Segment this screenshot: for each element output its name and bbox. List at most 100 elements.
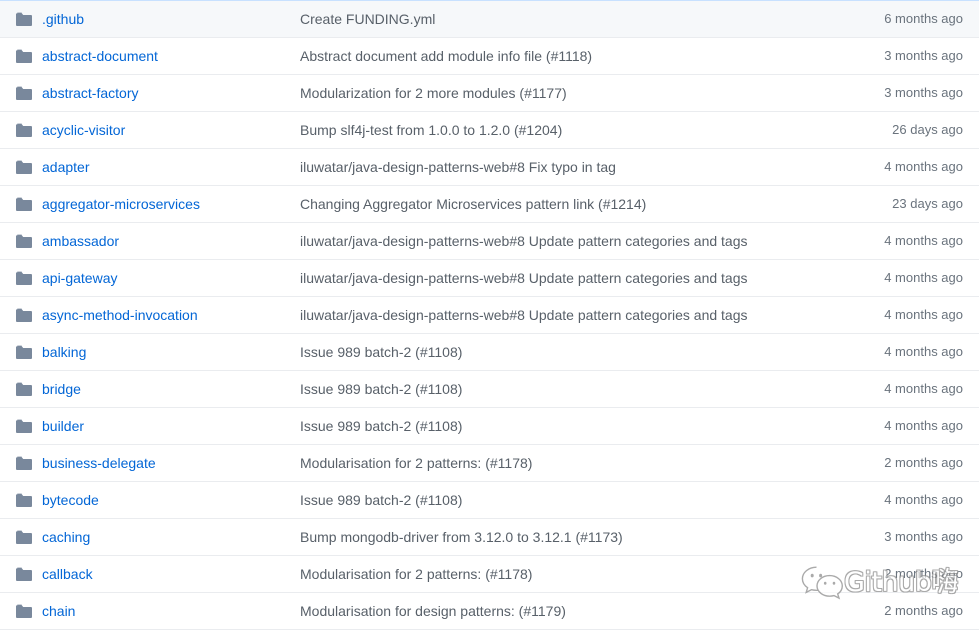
- file-name-link[interactable]: acyclic-visitor: [42, 122, 125, 138]
- folder-icon: [16, 308, 32, 322]
- file-name-link[interactable]: ambassador: [42, 233, 119, 249]
- file-row-icon-cell: [16, 197, 38, 211]
- file-name-cell: bytecode: [38, 490, 300, 510]
- file-name-link[interactable]: builder: [42, 418, 84, 434]
- table-row[interactable]: caching Bump mongodb-driver from 3.12.0 …: [0, 519, 979, 556]
- table-row[interactable]: bridge Issue 989 batch-2 (#1108) 4 month…: [0, 371, 979, 408]
- commit-message-link[interactable]: Bump mongodb-driver from 3.12.0 to 3.12.…: [300, 529, 623, 545]
- commit-message-link[interactable]: Bump slf4j-test from 1.0.0 to 1.2.0 (#12…: [300, 122, 562, 138]
- file-row-icon-cell: [16, 160, 38, 174]
- table-row[interactable]: adapter iluwatar/java-design-patterns-we…: [0, 149, 979, 186]
- commit-message-cell: Create FUNDING.yml: [300, 9, 827, 29]
- table-row[interactable]: business-delegate Modularisation for 2 p…: [0, 445, 979, 482]
- folder-icon: [16, 604, 32, 618]
- commit-message-link[interactable]: Changing Aggregator Microservices patter…: [300, 196, 646, 212]
- commit-message-cell: iluwatar/java-design-patterns-web#8 Upda…: [300, 305, 827, 325]
- table-row[interactable]: callback Modularisation for 2 patterns: …: [0, 556, 979, 593]
- commit-age-cell: 4 months ago: [884, 233, 963, 248]
- table-row[interactable]: async-method-invocation iluwatar/java-de…: [0, 297, 979, 334]
- commit-message-cell: Abstract document add module info file (…: [300, 46, 827, 66]
- commit-age-cell: 4 months ago: [884, 159, 963, 174]
- commit-message-link[interactable]: Issue 989 batch-2 (#1108): [300, 418, 462, 434]
- commit-age-cell: 3 months ago: [884, 48, 963, 63]
- file-name-link[interactable]: adapter: [42, 159, 89, 175]
- commit-message-cell: Modularisation for 2 patterns: (#1178): [300, 564, 827, 584]
- file-name-link[interactable]: abstract-factory: [42, 85, 138, 101]
- file-name-cell: callback: [38, 564, 300, 584]
- commit-age-cell: 3 months ago: [884, 85, 963, 100]
- commit-message-link[interactable]: Issue 989 batch-2 (#1108): [300, 492, 462, 508]
- commit-message-link[interactable]: iluwatar/java-design-patterns-web#8 Fix …: [300, 159, 616, 175]
- file-name-cell: adapter: [38, 157, 300, 177]
- file-name-cell: chain: [38, 601, 300, 621]
- file-name-link[interactable]: caching: [42, 529, 90, 545]
- folder-icon: [16, 123, 32, 137]
- commit-message-cell: iluwatar/java-design-patterns-web#8 Upda…: [300, 231, 827, 251]
- commit-message-cell: iluwatar/java-design-patterns-web#8 Fix …: [300, 157, 827, 177]
- file-row-icon-cell: [16, 419, 38, 433]
- file-name-cell: api-gateway: [38, 268, 300, 288]
- commit-message-link[interactable]: Issue 989 batch-2 (#1108): [300, 381, 462, 397]
- commit-message-link[interactable]: Abstract document add module info file (…: [300, 48, 592, 64]
- file-name-link[interactable]: aggregator-microservices: [42, 196, 200, 212]
- file-row-icon-cell: [16, 604, 38, 618]
- commit-message-link[interactable]: Modularisation for 2 patterns: (#1178): [300, 455, 532, 471]
- commit-age-cell: 2 months ago: [884, 603, 963, 618]
- commit-message-cell: iluwatar/java-design-patterns-web#8 Upda…: [300, 268, 827, 288]
- commit-age-cell: 23 days ago: [892, 196, 963, 211]
- file-name-cell: builder: [38, 416, 300, 436]
- commit-message-link[interactable]: Modularization for 2 more modules (#1177…: [300, 85, 567, 101]
- commit-age-cell: 4 months ago: [884, 381, 963, 396]
- file-row-icon-cell: [16, 345, 38, 359]
- file-row-icon-cell: [16, 123, 38, 137]
- file-name-cell: abstract-document: [38, 46, 300, 66]
- table-row[interactable]: acyclic-visitor Bump slf4j-test from 1.0…: [0, 112, 979, 149]
- folder-icon: [16, 493, 32, 507]
- file-name-link[interactable]: business-delegate: [42, 455, 156, 471]
- commit-message-link[interactable]: Create FUNDING.yml: [300, 11, 435, 27]
- commit-age-cell: 4 months ago: [884, 270, 963, 285]
- table-row[interactable]: bytecode Issue 989 batch-2 (#1108) 4 mon…: [0, 482, 979, 519]
- file-name-cell: ambassador: [38, 231, 300, 251]
- commit-message-link[interactable]: iluwatar/java-design-patterns-web#8 Upda…: [300, 307, 748, 323]
- file-name-link[interactable]: bridge: [42, 381, 81, 397]
- commit-message-link[interactable]: Modularisation for 2 patterns: (#1178): [300, 566, 532, 582]
- table-row[interactable]: abstract-document Abstract document add …: [0, 38, 979, 75]
- file-name-cell: bridge: [38, 379, 300, 399]
- file-name-link[interactable]: balking: [42, 344, 86, 360]
- commit-message-link[interactable]: Issue 989 batch-2 (#1108): [300, 344, 462, 360]
- file-name-link[interactable]: chain: [42, 603, 75, 619]
- commit-age-cell: 3 months ago: [884, 529, 963, 544]
- table-row[interactable]: api-gateway iluwatar/java-design-pattern…: [0, 260, 979, 297]
- commit-message-cell: Issue 989 batch-2 (#1108): [300, 490, 827, 510]
- file-row-icon-cell: [16, 382, 38, 396]
- folder-icon: [16, 160, 32, 174]
- file-name-link[interactable]: async-method-invocation: [42, 307, 198, 323]
- commit-message-cell: Changing Aggregator Microservices patter…: [300, 194, 827, 214]
- commit-age-cell: 2 months ago: [884, 455, 963, 470]
- table-row[interactable]: builder Issue 989 batch-2 (#1108) 4 mont…: [0, 408, 979, 445]
- commit-message-link[interactable]: iluwatar/java-design-patterns-web#8 Upda…: [300, 233, 748, 249]
- commit-message-cell: Issue 989 batch-2 (#1108): [300, 416, 827, 436]
- commit-age-cell: 4 months ago: [884, 307, 963, 322]
- file-name-link[interactable]: bytecode: [42, 492, 99, 508]
- file-name-link[interactable]: .github: [42, 11, 84, 27]
- file-name-link[interactable]: api-gateway: [42, 270, 118, 286]
- commit-age-cell: 6 months ago: [884, 11, 963, 26]
- commit-message-cell: Modularisation for 2 patterns: (#1178): [300, 453, 827, 473]
- table-row[interactable]: .github Create FUNDING.yml 6 months ago: [0, 1, 979, 38]
- table-row[interactable]: ambassador iluwatar/java-design-patterns…: [0, 223, 979, 260]
- commit-message-link[interactable]: Modularisation for design patterns: (#11…: [300, 603, 566, 619]
- commit-message-cell: Modularisation for design patterns: (#11…: [300, 601, 827, 621]
- table-row[interactable]: chain Modularisation for design patterns…: [0, 593, 979, 630]
- table-row[interactable]: balking Issue 989 batch-2 (#1108) 4 mont…: [0, 334, 979, 371]
- file-name-link[interactable]: callback: [42, 566, 93, 582]
- table-row[interactable]: aggregator-microservices Changing Aggreg…: [0, 186, 979, 223]
- commit-age-cell: 2 months ago: [884, 566, 963, 581]
- folder-icon: [16, 530, 32, 544]
- file-name-link[interactable]: abstract-document: [42, 48, 158, 64]
- folder-icon: [16, 86, 32, 100]
- file-row-icon-cell: [16, 234, 38, 248]
- commit-message-link[interactable]: iluwatar/java-design-patterns-web#8 Upda…: [300, 270, 748, 286]
- table-row[interactable]: abstract-factory Modularization for 2 mo…: [0, 75, 979, 112]
